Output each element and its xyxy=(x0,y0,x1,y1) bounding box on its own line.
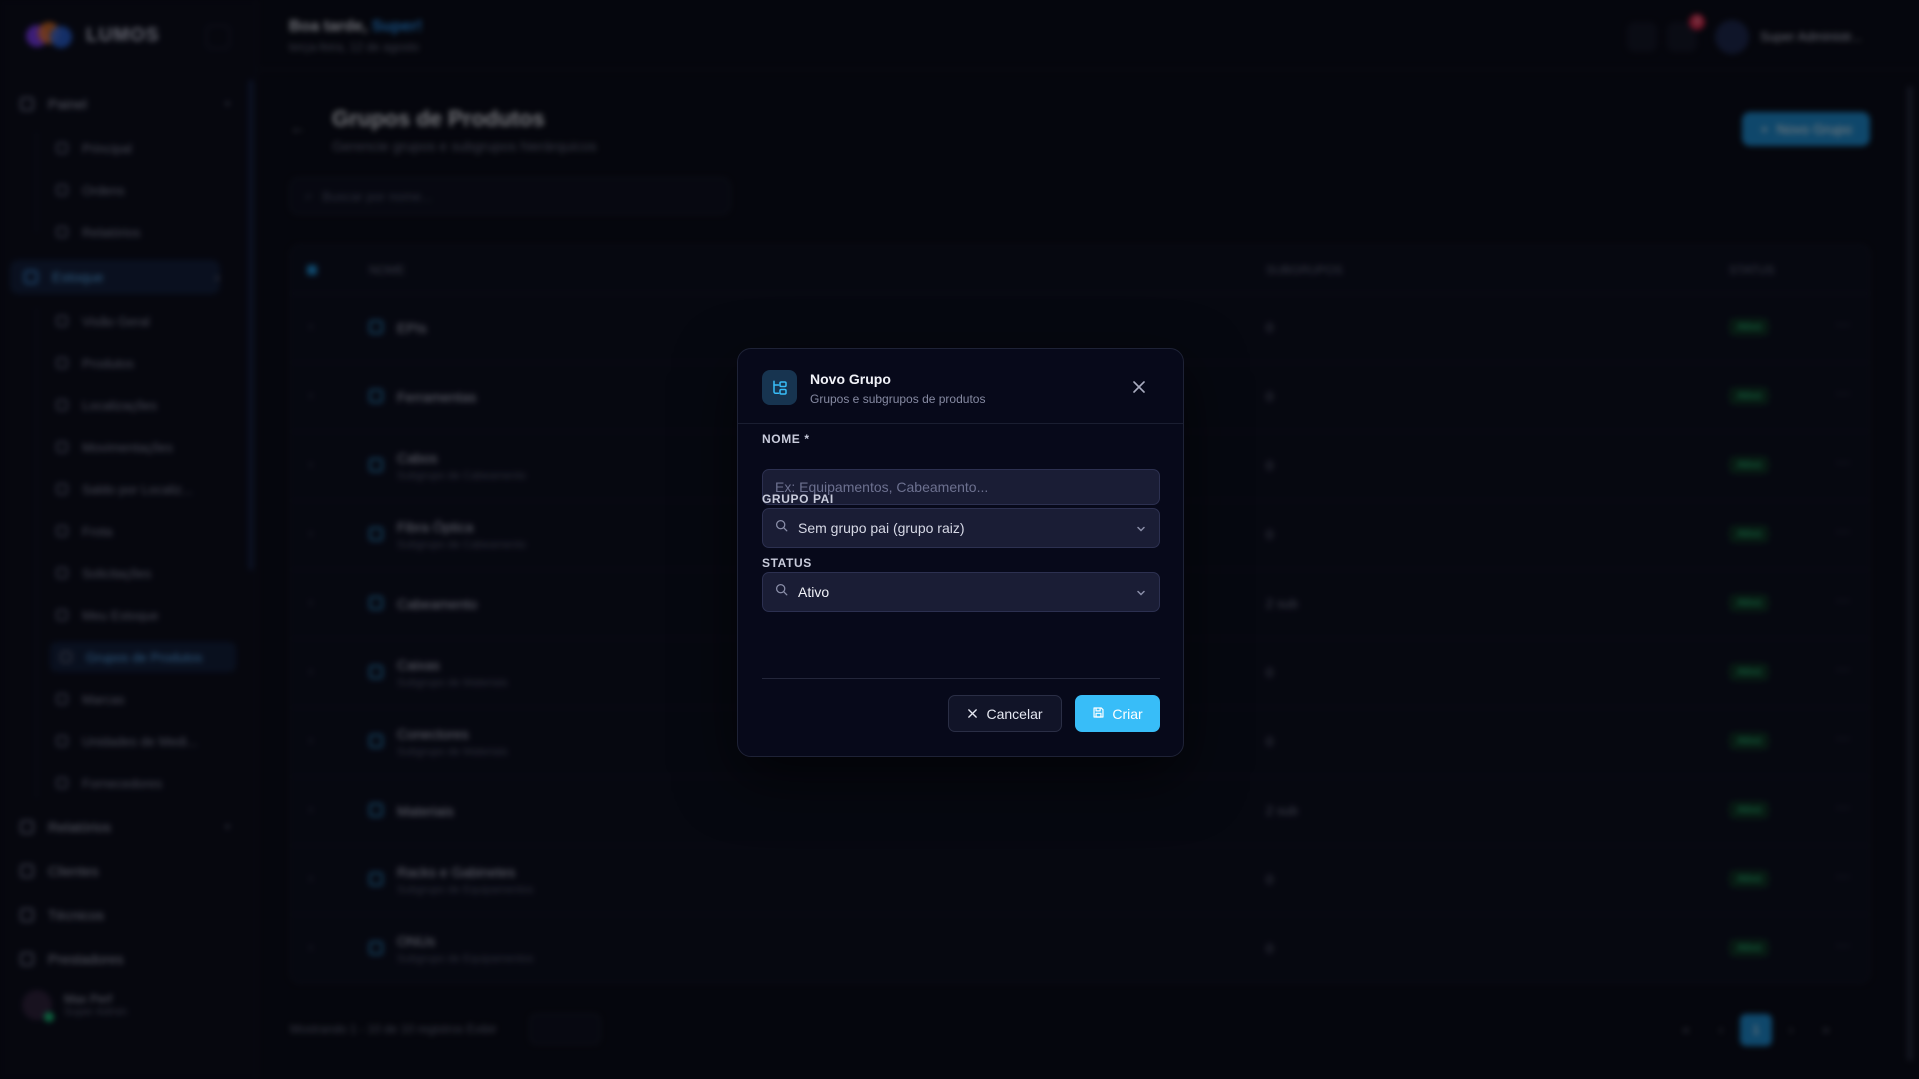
dialog-divider xyxy=(762,678,1160,679)
search-icon xyxy=(775,519,788,537)
name-label: NOME * xyxy=(762,432,810,446)
cancel-label: Cancelar xyxy=(986,705,1043,722)
status-value: Ativo xyxy=(798,584,830,600)
dialog-header: Novo Grupo Grupos e subgrupos de produto… xyxy=(738,349,1183,424)
dialog-title: Novo Grupo xyxy=(810,371,891,387)
cancel-button[interactable]: Cancelar xyxy=(948,695,1062,732)
search-icon xyxy=(775,583,788,601)
new-group-dialog: Novo Grupo Grupos e subgrupos de produto… xyxy=(737,348,1184,757)
status-label: STATUS xyxy=(762,556,812,570)
parent-group-value: Sem grupo pai (grupo raiz) xyxy=(798,520,965,536)
chevron-down-icon xyxy=(1135,522,1147,540)
parent-group-select[interactable]: Sem grupo pai (grupo raiz) xyxy=(762,508,1160,548)
create-button[interactable]: Criar xyxy=(1075,695,1160,732)
dialog-subtitle: Grupos e subgrupos de produtos xyxy=(810,392,986,406)
x-icon xyxy=(967,706,978,722)
close-icon[interactable] xyxy=(1129,377,1149,397)
parent-group-label: GRUPO PAI xyxy=(762,492,834,506)
folder-tree-icon xyxy=(762,370,797,405)
status-select[interactable]: Ativo xyxy=(762,572,1160,612)
save-icon xyxy=(1092,706,1105,722)
create-label: Criar xyxy=(1112,705,1143,722)
chevron-down-icon xyxy=(1135,586,1147,604)
